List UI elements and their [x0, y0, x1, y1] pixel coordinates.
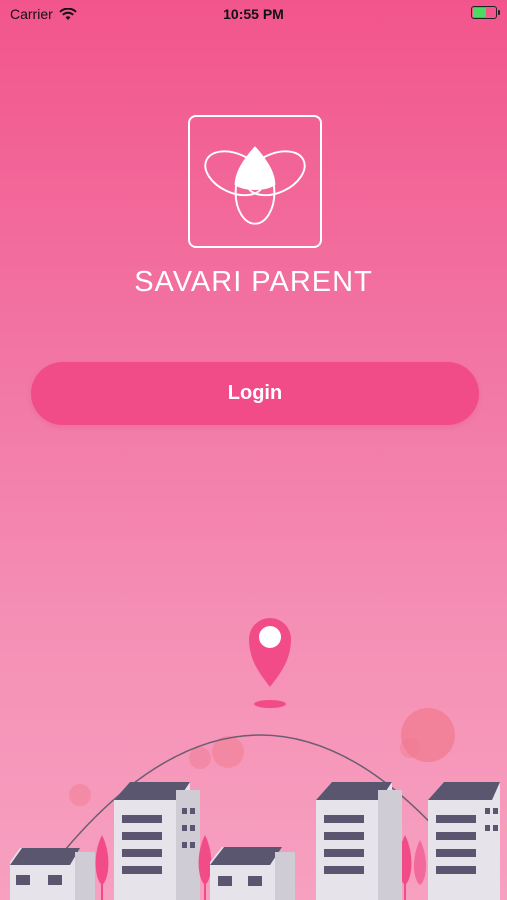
app-title: SAVARI PARENT [134, 266, 373, 298]
battery-charging-icon [471, 6, 500, 19]
house-left [10, 848, 95, 900]
map-pin-icon [249, 618, 291, 708]
status-bar: Carrier 10:55 PM [0, 0, 507, 28]
building-tall-left [114, 782, 200, 900]
tree-1 [95, 835, 109, 900]
building-tall-right-2 [428, 782, 500, 900]
bubble-left [69, 784, 91, 806]
tree-2 [198, 835, 212, 900]
bubble-right-small [400, 738, 420, 758]
app-logo [188, 115, 322, 248]
trefoil-logo-icon [204, 146, 306, 225]
login-button[interactable]: Login [31, 362, 479, 425]
tree-4 [413, 840, 427, 885]
bubble-small [189, 747, 211, 769]
battery-level [473, 8, 487, 17]
battery-cap [498, 10, 500, 15]
status-time: 10:55 PM [223, 6, 284, 22]
city-illustration [10, 618, 500, 900]
building-tall-right-1 [316, 782, 402, 900]
house-middle [210, 847, 295, 900]
